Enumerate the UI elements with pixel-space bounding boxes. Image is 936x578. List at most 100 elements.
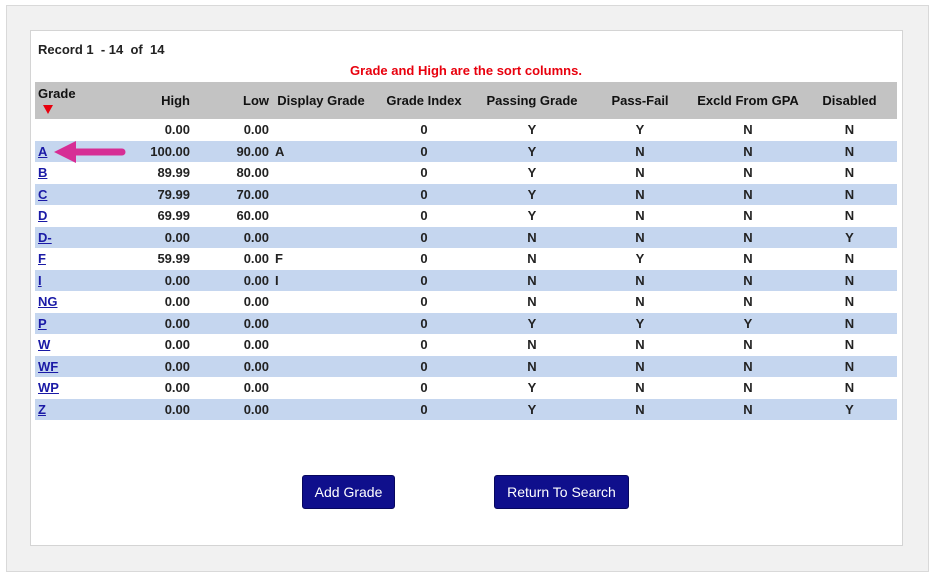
grade-link[interactable]: I xyxy=(38,273,42,288)
pointer-arrow-icon xyxy=(54,141,126,163)
table-row: Z 0.00 0.00 0 Y N N Y xyxy=(35,398,897,420)
cell-disabled: N xyxy=(844,358,855,374)
cell-pass-fail: N xyxy=(635,208,645,224)
grade-link[interactable]: WF xyxy=(38,359,58,374)
grade-link[interactable]: NG xyxy=(38,294,58,309)
cell-disabled: N xyxy=(844,315,855,331)
cell-grade-index: 0 xyxy=(420,358,428,374)
cell-disabled: N xyxy=(844,251,855,267)
table-header-row: Grade High Low Display Grade Grade Index… xyxy=(35,82,897,119)
cell-high: 0.00 xyxy=(164,272,190,288)
cell-passing-grade: N xyxy=(527,294,537,310)
cell-grade-index: 0 xyxy=(420,315,428,331)
cell-passing-grade: N xyxy=(527,337,537,353)
cell-grade: B xyxy=(35,162,87,184)
col-header-high[interactable]: High xyxy=(87,82,193,119)
grade-link[interactable]: WP xyxy=(38,380,59,395)
add-grade-button[interactable]: Add Grade xyxy=(302,475,395,509)
cell-passing-grade: N xyxy=(527,272,537,288)
grade-link[interactable]: Z xyxy=(38,402,46,417)
cell-disabled: N xyxy=(844,186,855,202)
cell-excld-from-gpa: N xyxy=(743,337,753,353)
cell-high: 0.00 xyxy=(164,337,190,353)
cell-pass-fail: N xyxy=(635,294,645,310)
cell-grade xyxy=(35,119,87,141)
cell-grade: P xyxy=(35,313,87,335)
cell-disabled: N xyxy=(844,337,855,353)
cell-excld-from-gpa: N xyxy=(743,208,753,224)
cell-pass-fail: N xyxy=(635,337,645,353)
cell-grade: WP xyxy=(35,377,87,399)
cell-pass-fail: Y xyxy=(635,122,645,138)
grade-link[interactable]: C xyxy=(38,187,47,202)
grade-link[interactable]: A xyxy=(38,144,47,159)
col-header-pass-fail[interactable]: Pass-Fail xyxy=(586,82,694,119)
grade-link[interactable]: B xyxy=(38,165,47,180)
cell-disabled: N xyxy=(844,208,855,224)
grades-table: Grade High Low Display Grade Grade Index… xyxy=(35,82,897,420)
cell-excld-from-gpa: N xyxy=(743,380,753,396)
cell-excld-from-gpa: Y xyxy=(743,315,753,331)
cell-grade-index: 0 xyxy=(420,380,428,396)
cell-grade-index: 0 xyxy=(420,401,428,417)
return-to-search-button[interactable]: Return To Search xyxy=(494,475,629,509)
grade-link[interactable]: F xyxy=(38,251,46,266)
cell-grade-index: 0 xyxy=(420,186,428,202)
cell-high: 69.99 xyxy=(157,208,190,224)
cell-high: 89.99 xyxy=(157,165,190,181)
cell-passing-grade: Y xyxy=(527,143,537,159)
col-header-display-grade[interactable]: Display Grade xyxy=(272,82,370,119)
table-row: WF 0.00 0.00 0 N N N N xyxy=(35,355,897,378)
cell-pass-fail: Y xyxy=(635,251,645,267)
col-header-disabled[interactable]: Disabled xyxy=(802,82,897,119)
sort-note: Grade and High are the sort columns. xyxy=(350,63,582,78)
table-row: P 0.00 0.00 0 Y Y Y N xyxy=(35,312,897,335)
col-header-grade[interactable]: Grade xyxy=(35,82,87,119)
col-header-grade-index[interactable]: Grade Index xyxy=(370,82,478,119)
cell-display-grade: A xyxy=(275,143,285,159)
cell-display-grade xyxy=(272,356,370,378)
grade-link[interactable]: W xyxy=(38,337,50,352)
cell-grade-index: 0 xyxy=(420,229,428,245)
cell-display-grade: I xyxy=(275,272,279,288)
table-row: I 0.00 0.00 I 0 N N N N xyxy=(35,269,897,291)
table-row: WP 0.00 0.00 0 Y N N N xyxy=(35,377,897,399)
cell-passing-grade: Y xyxy=(527,380,537,396)
cell-display-grade xyxy=(272,377,370,399)
cell-low: 0.00 xyxy=(243,272,269,288)
cell-grade-index: 0 xyxy=(420,251,428,267)
cell-low: 0.00 xyxy=(243,380,269,396)
col-header-excld-from-gpa[interactable]: Excld From GPA xyxy=(694,82,802,119)
cell-grade: NG xyxy=(35,291,87,313)
cell-passing-grade: N xyxy=(527,358,537,374)
cell-display-grade xyxy=(272,184,370,206)
col-header-passing-grade[interactable]: Passing Grade xyxy=(478,82,586,119)
cell-grade: C xyxy=(35,184,87,206)
cell-excld-from-gpa: N xyxy=(743,358,753,374)
grade-link[interactable]: D- xyxy=(38,230,52,245)
cell-low: 0.00 xyxy=(243,229,269,245)
cell-passing-grade: Y xyxy=(527,186,537,202)
table-row: B 89.99 80.00 0 Y N N N xyxy=(35,162,897,184)
cell-high: 0.00 xyxy=(164,294,190,310)
cell-high: 79.99 xyxy=(157,186,190,202)
cell-pass-fail: N xyxy=(635,272,645,288)
cell-pass-fail: N xyxy=(635,358,645,374)
cell-low: 0.00 xyxy=(243,251,269,267)
cell-low: 0.00 xyxy=(243,337,269,353)
cell-low: 80.00 xyxy=(236,165,269,181)
cell-passing-grade: N xyxy=(527,229,537,245)
cell-grade-index: 0 xyxy=(420,337,428,353)
cell-low: 0.00 xyxy=(243,358,269,374)
cell-high: 0.00 xyxy=(164,358,190,374)
cell-excld-from-gpa: N xyxy=(743,186,753,202)
cell-display-grade xyxy=(272,119,370,141)
table-row: 0.00 0.00 0 Y Y N N xyxy=(35,119,897,141)
grade-link[interactable]: D xyxy=(38,208,47,223)
col-header-low[interactable]: Low xyxy=(193,82,272,119)
grade-link[interactable]: P xyxy=(38,316,47,331)
cell-disabled: N xyxy=(844,272,855,288)
cell-excld-from-gpa: N xyxy=(743,294,753,310)
cell-pass-fail: N xyxy=(635,380,645,396)
cell-excld-from-gpa: N xyxy=(743,165,753,181)
